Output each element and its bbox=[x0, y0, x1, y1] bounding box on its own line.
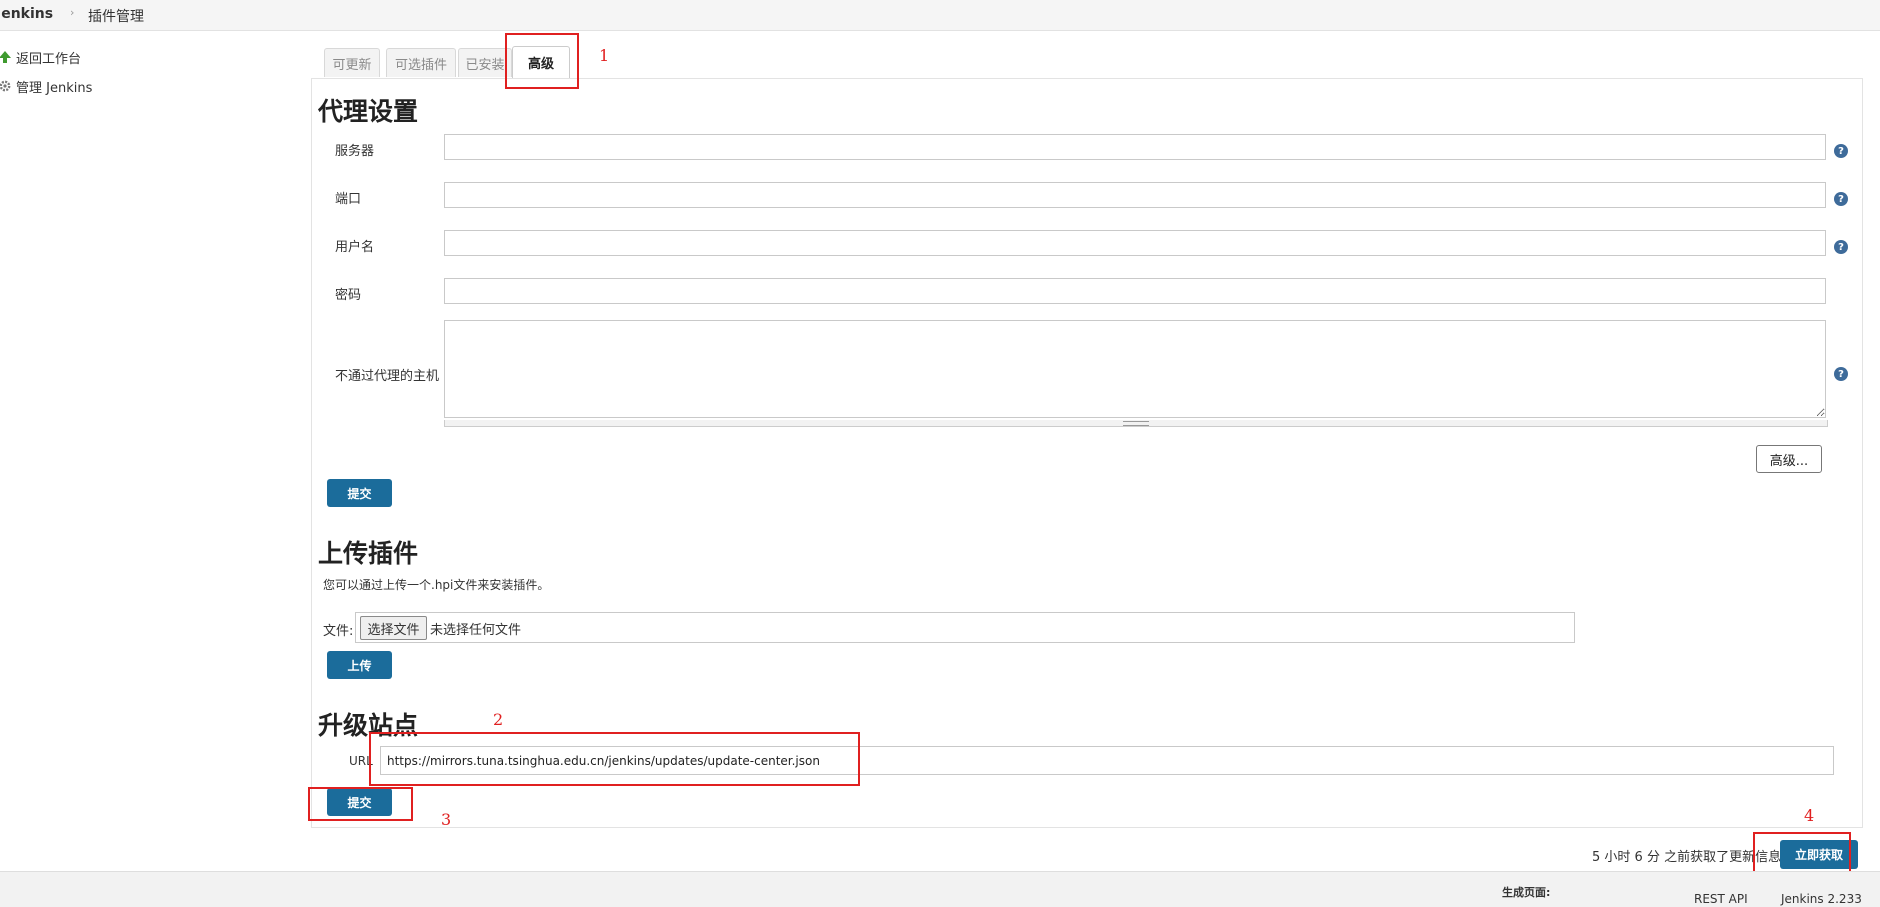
file-label: 文件: bbox=[323, 624, 354, 639]
annotation-number-1: 1 bbox=[599, 46, 610, 65]
help-icon[interactable]: ? bbox=[1834, 240, 1848, 254]
annotation-number-2: 2 bbox=[493, 710, 504, 729]
breadcrumb-plugin-manager[interactable]: 插件管理 bbox=[88, 6, 144, 26]
help-icon[interactable]: ? bbox=[1834, 192, 1848, 206]
help-icon[interactable]: ? bbox=[1834, 367, 1848, 381]
proxy-advanced-button[interactable]: 高级... bbox=[1756, 445, 1822, 473]
annotation-number-4: 4 bbox=[1804, 806, 1815, 825]
upload-button[interactable]: 上传 bbox=[327, 651, 392, 679]
sidebar-item-back-to-dashboard[interactable]: 返回工作台 bbox=[0, 46, 81, 68]
upload-plugin-title: 上传插件 bbox=[318, 539, 419, 568]
sidebar-item-manage-jenkins[interactable]: 管理 Jenkins bbox=[0, 75, 92, 97]
sidebar-item-label: 返回工作台 bbox=[16, 51, 82, 67]
help-icon[interactable]: ? bbox=[1834, 144, 1848, 158]
sidebar-item-label: 管理 Jenkins bbox=[16, 80, 93, 96]
textarea-resize-handle[interactable] bbox=[444, 420, 1828, 427]
rest-api-link[interactable]: REST API bbox=[1694, 892, 1748, 906]
proxy-server-label: 服务器 bbox=[335, 144, 375, 159]
top-breadcrumb-bar: Jenkins › 插件管理 bbox=[0, 0, 1880, 31]
proxy-username-label: 用户名 bbox=[335, 240, 375, 255]
page-footer: 生成页面: REST API Jenkins 2.233 bbox=[0, 871, 1880, 907]
proxy-port-label: 端口 bbox=[335, 192, 362, 207]
no-file-chosen-text: 未选择任何文件 bbox=[430, 623, 522, 638]
up-arrow-icon bbox=[0, 50, 12, 64]
proxy-submit-button[interactable]: 提交 bbox=[327, 479, 392, 507]
tab-available[interactable]: 可选插件 bbox=[386, 48, 456, 77]
tab-advanced[interactable]: 高级 bbox=[512, 46, 570, 78]
tab-installed[interactable]: 已安装 bbox=[458, 48, 512, 77]
file-input-box bbox=[355, 612, 1575, 643]
breadcrumb-separator-icon: › bbox=[70, 6, 75, 19]
proxy-username-input[interactable] bbox=[444, 230, 1826, 256]
no-proxy-hosts-textarea[interactable] bbox=[444, 320, 1826, 418]
gear-icon bbox=[0, 79, 12, 93]
annotation-box-4 bbox=[1753, 832, 1851, 874]
no-proxy-hosts-label: 不通过代理的主机 bbox=[335, 369, 440, 384]
proxy-password-label: 密码 bbox=[335, 288, 362, 303]
choose-file-button[interactable]: 选择文件 bbox=[360, 616, 427, 640]
proxy-settings-title: 代理设置 bbox=[318, 97, 419, 126]
proxy-password-input[interactable] bbox=[444, 278, 1826, 304]
annotation-number-3: 3 bbox=[441, 810, 452, 829]
proxy-port-input[interactable] bbox=[444, 182, 1826, 208]
upload-plugin-description: 您可以通过上传一个.hpi文件来安装插件。 bbox=[323, 578, 550, 592]
tab-updates[interactable]: 可更新 bbox=[324, 48, 380, 77]
generated-page-label: 生成页面: bbox=[1502, 886, 1551, 899]
annotation-box-3 bbox=[308, 787, 413, 821]
jenkins-home-link[interactable]: Jenkins bbox=[0, 6, 53, 22]
annotation-box-2 bbox=[369, 732, 860, 786]
proxy-server-input[interactable] bbox=[444, 134, 1826, 160]
jenkins-version-link[interactable]: Jenkins 2.233 bbox=[1781, 892, 1862, 906]
